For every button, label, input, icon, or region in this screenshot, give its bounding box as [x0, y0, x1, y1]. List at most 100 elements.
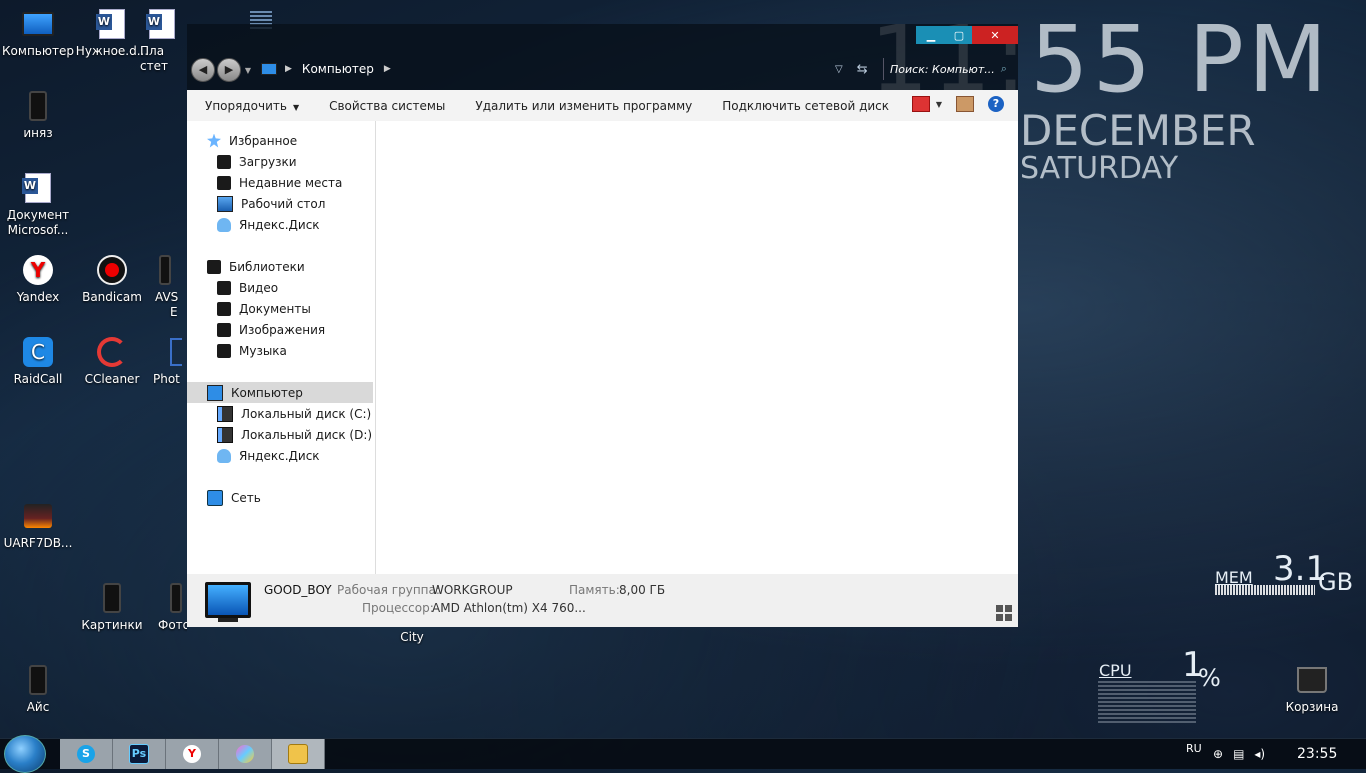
desktop-icon-uarf7db[interactable]: UARF7DB... — [0, 500, 76, 551]
chevron-down-icon[interactable]: ▼ — [936, 100, 942, 109]
cloud-icon — [217, 448, 231, 463]
workgroup-label: Рабочая группа: — [337, 583, 440, 597]
folder-icon — [288, 744, 308, 764]
search-box[interactable]: Поиск: Компьют... ⌕ — [883, 58, 1013, 80]
memory-label: Память: — [569, 583, 620, 597]
mem-unit: GB — [1318, 568, 1354, 596]
desktop-icon-bandicam[interactable]: Bandicam — [74, 254, 150, 305]
nav-item-computer[interactable]: Компьютер — [187, 382, 373, 403]
yandex-icon: Y — [23, 255, 53, 285]
desktop-icon-ais[interactable]: Айс — [0, 664, 76, 715]
preview-pane-icon[interactable] — [956, 96, 974, 112]
yandex-icon: Y — [183, 745, 201, 763]
phone-icon — [103, 583, 121, 613]
paint-icon — [236, 745, 254, 763]
taskbar-explorer[interactable] — [272, 739, 325, 769]
maximize-button[interactable]: ▢ — [946, 26, 972, 44]
phone-icon — [29, 91, 47, 121]
search-input[interactable]: Поиск: Компьют... — [890, 63, 995, 76]
desktop-icon-foto[interactable]: Фото — [158, 582, 187, 633]
chevron-right-icon[interactable]: ▶ — [285, 64, 292, 74]
help-icon[interactable]: ? — [988, 96, 1004, 112]
taskbar: S Ps Y RU ⊕ ▤ ◂) 23:55 — [0, 735, 1366, 773]
nav-item-disk-d[interactable]: Локальный диск (D:) — [217, 424, 372, 445]
desktop-icon-kartinki[interactable]: Картинки — [74, 582, 150, 633]
back-button[interactable]: ◀ — [191, 58, 215, 82]
phone-icon — [159, 255, 171, 285]
address-bar[interactable]: ▶ Компьютер ▶ — [261, 58, 816, 80]
cpu-value: AMD Athlon(tm) X4 760... — [432, 601, 586, 615]
address-history-dropdown[interactable]: ▽ — [835, 64, 843, 75]
desktop-icon-avs[interactable]: AVS E — [155, 254, 187, 320]
taskbar-photoshop[interactable]: Ps — [113, 739, 166, 769]
workgroup-value: WORKGROUP — [432, 583, 513, 597]
change-view-icon[interactable] — [911, 96, 930, 112]
desktop-icon-word-document[interactable]: Документ Microsof... — [0, 172, 76, 238]
window-titlebar[interactable]: ▁ ▢ ✕ ◀ ▶ ▼ ▶ Компьютер ▶ ▽ ⇆ Поиск: Ком… — [187, 24, 1018, 90]
taskbar-paint[interactable] — [219, 739, 272, 769]
nav-item-network[interactable]: Сеть — [207, 487, 261, 508]
desktop-icon-raidcall[interactable]: C RaidCall — [0, 336, 76, 387]
minimize-button[interactable]: ▁ — [916, 26, 946, 44]
desktop-icon-city[interactable]: City — [374, 630, 450, 645]
desktop-icon-computer[interactable]: Компьютер — [0, 8, 76, 59]
photoshop-icon: Ps — [129, 744, 149, 764]
uninstall-program-button[interactable]: Удалить или изменить программу — [460, 99, 707, 113]
nav-item-music[interactable]: Музыка — [217, 340, 287, 361]
desktop-icon-yandex[interactable]: Y Yandex — [0, 254, 76, 305]
view-tools: ▼ ? — [898, 96, 1004, 112]
nav-item-downloads[interactable]: Загрузки — [217, 151, 297, 172]
nav-item-video[interactable]: Видео — [217, 277, 278, 298]
volume-icon[interactable]: ◂) — [1254, 747, 1265, 761]
bracket-icon — [170, 338, 182, 366]
window-controls: ▁ ▢ ✕ — [916, 26, 1018, 44]
search-icon[interactable]: ⌕ — [1001, 62, 1007, 76]
language-indicator[interactable]: RU — [1186, 733, 1202, 763]
close-button[interactable]: ✕ — [972, 26, 1018, 44]
system-properties-button[interactable]: Свойства системы — [314, 99, 460, 113]
map-network-drive-button[interactable]: Подключить сетевой диск — [707, 99, 904, 113]
taskbar-clock[interactable]: 23:55 — [1297, 739, 1337, 769]
organize-button[interactable]: Упорядочить ▼ — [187, 99, 314, 113]
recent-pages-dropdown[interactable]: ▼ — [243, 66, 253, 75]
desktop-icon-nuzhnoe[interactable]: Нужное.d... — [74, 8, 150, 59]
monitor-icon — [22, 12, 54, 36]
forward-button[interactable]: ▶ — [217, 58, 241, 82]
chevron-right-icon[interactable]: ▶ — [384, 64, 391, 74]
word-document-icon — [22, 173, 51, 203]
nav-item-recent-places[interactable]: Недавние места — [217, 172, 342, 193]
phone-icon — [29, 665, 47, 695]
start-button[interactable] — [4, 735, 46, 773]
breadcrumb-computer[interactable]: Компьютер — [302, 62, 374, 76]
recent-places-icon — [217, 175, 231, 190]
nav-item-documents[interactable]: Документы — [217, 298, 311, 319]
computer-icon — [207, 384, 223, 401]
desktop-icon-inyaz[interactable]: иняз — [0, 90, 76, 141]
taskbar-yandex[interactable]: Y — [166, 739, 219, 769]
address-tools: ▽ ⇆ — [835, 62, 868, 77]
explorer-window: ▁ ▢ ✕ ◀ ▶ ▼ ▶ Компьютер ▶ ▽ ⇆ Поиск: Ком… — [187, 24, 1018, 627]
nav-item-desktop[interactable]: Рабочий стол — [217, 193, 325, 214]
desktop-icon-ccleaner[interactable]: CCleaner — [74, 336, 150, 387]
network-icon — [207, 489, 223, 506]
nav-item-libraries[interactable]: Библиотеки — [207, 256, 305, 277]
nav-item-favorites[interactable]: Избранное — [207, 130, 297, 151]
cpu-meter-unit: % — [1198, 664, 1221, 692]
nav-item-yandex-disk-2[interactable]: Яндекс.Диск — [217, 445, 320, 466]
bandicam-icon — [97, 255, 127, 285]
raidcall-icon: C — [23, 337, 53, 367]
nav-item-yandex-disk[interactable]: Яндекс.Диск — [217, 214, 320, 235]
navigation-pane: Избранное Загрузки Недавние места Рабочи… — [187, 121, 376, 574]
content-area: Избранное Загрузки Недавние места Рабочи… — [187, 121, 1018, 574]
nav-item-images[interactable]: Изображения — [217, 319, 325, 340]
desktop-icon-platezhi[interactable]: Пла стет — [140, 8, 184, 74]
cloud-icon — [217, 217, 231, 232]
refresh-icon[interactable]: ⇆ — [857, 62, 868, 77]
download-icon[interactable]: ⊕ — [1213, 747, 1223, 761]
network-status-icon[interactable]: ▤ — [1233, 747, 1244, 761]
desktop-icon-photo[interactable]: Phot — [153, 336, 187, 387]
taskbar-skype[interactable]: S — [60, 739, 113, 769]
nav-item-disk-c[interactable]: Локальный диск (C:) — [217, 403, 371, 424]
desktop-icon-recycle-bin[interactable]: Корзина — [1274, 664, 1350, 715]
images-library-icon — [217, 322, 231, 337]
